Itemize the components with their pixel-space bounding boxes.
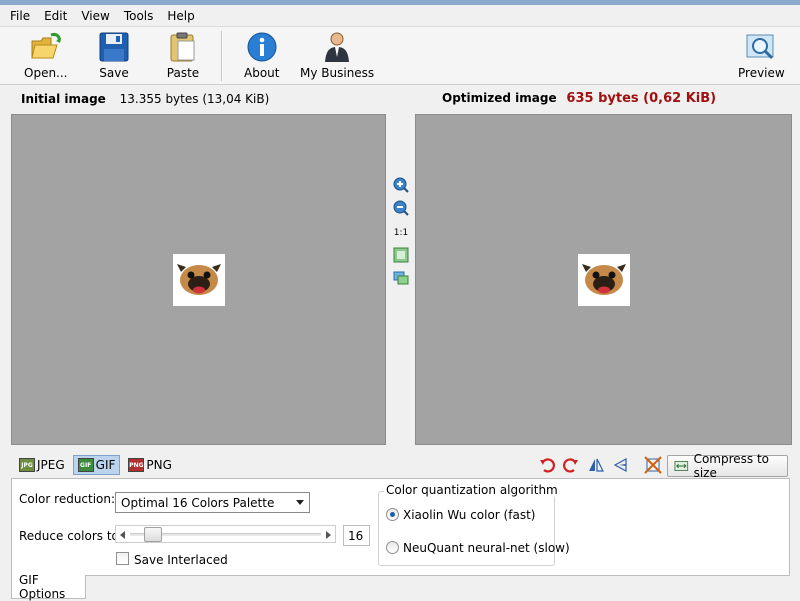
tab-jpeg[interactable]: JPG JPEG — [15, 455, 69, 475]
rotate-right-icon[interactable] — [563, 456, 579, 476]
save-button[interactable]: Save — [97, 31, 131, 83]
initial-image-label: Initial image — [21, 92, 106, 106]
open-folder-icon — [29, 31, 63, 63]
menu-help[interactable]: Help — [167, 9, 194, 23]
color-reduction-value: Optimal 16 Colors Palette — [121, 495, 275, 510]
jpeg-file-icon: JPG — [19, 458, 35, 472]
flip-horizontal-icon[interactable] — [588, 456, 604, 476]
color-reduction-select[interactable]: Optimal 16 Colors Palette — [115, 492, 310, 513]
tab-png-label: PNG — [146, 458, 172, 472]
gif-options-tab-label: GIF Options — [19, 572, 66, 601]
flip-vertical-icon[interactable] — [612, 456, 628, 476]
clipboard-icon — [166, 31, 200, 63]
menu-bar: File Edit View Tools Help — [0, 5, 800, 27]
compare-images-icon[interactable] — [393, 270, 409, 286]
actual-size-button[interactable]: 1:1 — [393, 225, 409, 241]
my-business-button[interactable]: My Business — [300, 31, 374, 83]
slider-right-arrow-icon[interactable] — [326, 531, 331, 539]
tab-gif[interactable]: GIF GIF — [72, 455, 121, 475]
gif-file-icon: GIF — [77, 458, 94, 472]
paste-label: Paste — [166, 66, 200, 80]
initial-image-canvas[interactable] — [11, 114, 386, 445]
zoom-out-icon[interactable] — [393, 200, 409, 216]
compress-icon — [674, 460, 689, 472]
open-label: Open... — [24, 66, 68, 80]
fit-to-window-icon[interactable] — [393, 247, 409, 263]
xiaolin-wu-label: Xiaolin Wu color (fast) — [403, 508, 536, 522]
quantization-group-title: Color quantization algorithm — [384, 483, 560, 497]
initial-image-info: Initial image 13.355 bytes (13,04 KiB) — [21, 92, 269, 106]
neuquant-label: NeuQuant neural-net (slow) — [403, 541, 570, 555]
reduce-colors-value[interactable]: 16 — [343, 525, 370, 546]
info-icon — [245, 31, 279, 63]
menu-view[interactable]: View — [81, 9, 109, 23]
size-info-bar: Initial image 13.355 bytes (13,04 KiB) O… — [0, 88, 800, 112]
tab-gif-options[interactable]: GIF Options — [11, 572, 86, 601]
menu-tools[interactable]: Tools — [124, 9, 154, 23]
optimized-image-thumbnail — [578, 254, 630, 306]
save-interlaced-label: Save Interlaced — [134, 553, 228, 567]
toolbar-separator — [221, 31, 223, 81]
paste-button[interactable]: Paste — [166, 31, 200, 83]
preview-button[interactable]: Preview — [738, 31, 785, 83]
optimized-image-canvas[interactable] — [415, 114, 792, 445]
tab-png[interactable]: PNG PNG — [124, 455, 176, 475]
initial-image-size: 13.355 bytes (13,04 KiB) — [119, 92, 270, 106]
pug-image-icon — [177, 264, 221, 295]
save-interlaced-checkbox[interactable] — [116, 552, 129, 565]
neuquant-radio[interactable] — [386, 541, 399, 554]
reduce-colors-label: Reduce colors to: — [19, 529, 123, 543]
optimized-image-label: Optimized image — [442, 91, 557, 105]
compress-label: Compress to size — [693, 452, 770, 480]
optimized-image-info: Optimized image 635 bytes (0,62 KiB) — [442, 91, 716, 106]
crop-tool-icon[interactable] — [644, 456, 662, 476]
toolbar: Open... Save Paste About My Business Pre… — [0, 27, 800, 85]
preview-label: Preview — [738, 66, 785, 80]
color-reduction-label: Color reduction: — [19, 492, 116, 506]
businessman-icon — [320, 31, 354, 63]
rotate-left-icon[interactable] — [539, 456, 555, 476]
initial-image-thumbnail — [173, 254, 225, 306]
zoom-in-icon[interactable] — [393, 177, 409, 193]
menu-file[interactable]: File — [10, 9, 30, 23]
tab-gif-label: GIF — [95, 458, 116, 472]
optimized-image-size: 635 bytes (0,62 KiB) — [566, 91, 717, 106]
slider-thumb[interactable] — [144, 527, 162, 542]
preview-magnifier-icon — [744, 31, 778, 63]
floppy-disk-icon — [97, 31, 131, 63]
format-tabs: JPG JPEG GIF GIF PNG PNG — [15, 455, 180, 475]
slider-left-arrow-icon[interactable] — [120, 531, 125, 539]
about-button[interactable]: About — [244, 31, 279, 83]
compress-to-size-button[interactable]: Compress to size — [667, 452, 788, 480]
save-label: Save — [99, 66, 129, 80]
zoom-controls: 1:1 — [387, 114, 415, 445]
pug-image-icon — [582, 264, 626, 295]
my-business-label: My Business — [300, 66, 375, 80]
xiaolin-wu-radio[interactable] — [386, 508, 399, 521]
reduce-colors-slider[interactable] — [115, 525, 336, 543]
png-file-icon: PNG — [128, 458, 145, 472]
chevron-down-icon — [296, 500, 304, 505]
menu-edit[interactable]: Edit — [44, 9, 67, 23]
about-label: About — [244, 66, 280, 80]
open-button[interactable]: Open... — [24, 31, 68, 83]
tab-jpeg-label: JPEG — [37, 458, 65, 472]
